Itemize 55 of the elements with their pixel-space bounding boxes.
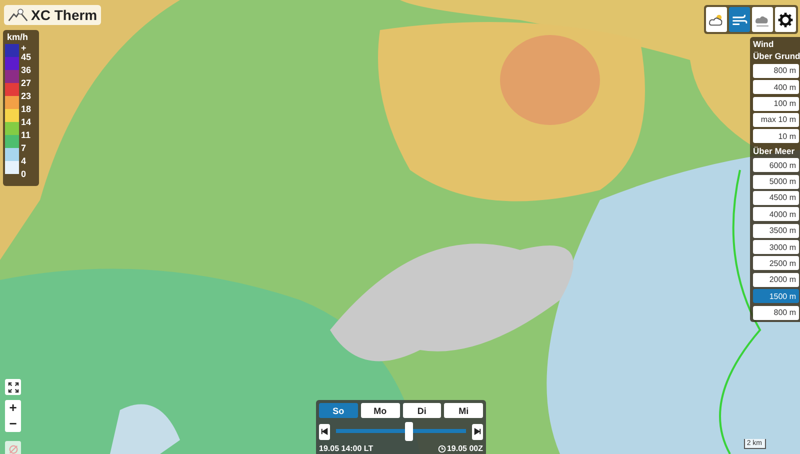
altitude-option[interactable]: max 10 m xyxy=(753,112,799,127)
altitude-option[interactable]: 100 m xyxy=(753,96,799,111)
day-tab[interactable]: Mi xyxy=(444,403,483,418)
altitude-option[interactable]: 6000 m xyxy=(753,158,799,172)
zoom-out-button[interactable]: − xyxy=(5,416,21,432)
zoom-in-button[interactable]: + xyxy=(5,400,21,416)
settings-icon xyxy=(777,12,794,28)
legend-label: 18 xyxy=(21,105,32,114)
altitude-option[interactable]: 10 m xyxy=(753,129,799,144)
legend-label: 36 xyxy=(21,66,32,75)
day-tab[interactable]: Di xyxy=(402,403,442,418)
altitude-option[interactable]: 2500 m xyxy=(753,256,799,270)
legend-label: 14 xyxy=(21,118,32,127)
step-back-button[interactable] xyxy=(319,424,330,440)
altitude-option[interactable]: 400 m xyxy=(753,80,799,94)
legend-label: 23 xyxy=(21,92,32,101)
altitude-option[interactable]: 1500 m xyxy=(753,289,799,304)
wind-icon xyxy=(731,12,748,28)
fullscreen-button[interactable] xyxy=(5,379,21,395)
step-forward-button[interactable] xyxy=(472,424,483,440)
day-tab[interactable]: Mo xyxy=(360,403,400,418)
skip-start-icon xyxy=(321,428,328,435)
crossed-circle-icon xyxy=(8,444,18,454)
group-heading: Über Grund xyxy=(753,51,799,62)
app-title: XC Therm xyxy=(31,7,98,23)
altitude-option[interactable]: 3500 m xyxy=(753,224,799,238)
panel-title: Wind xyxy=(753,39,775,49)
altitude-option[interactable]: 5000 m xyxy=(753,174,799,189)
day-tab[interactable]: So xyxy=(319,403,358,418)
group-heading: Über Meer xyxy=(753,146,796,156)
altitude-option[interactable]: 4000 m xyxy=(753,207,799,222)
legend-label: 0 xyxy=(21,170,26,179)
skip-end-icon xyxy=(474,428,481,435)
time-slider-thumb[interactable] xyxy=(404,422,413,441)
clock-icon xyxy=(438,444,446,452)
layer-toggle-button[interactable] xyxy=(5,441,21,454)
legend-label: 27 xyxy=(21,79,32,88)
altitude-option[interactable]: 4500 m xyxy=(753,190,799,205)
legend-label: 11 xyxy=(21,131,31,140)
legend-label: 4 xyxy=(21,157,26,166)
altitude-option[interactable]: 3000 m xyxy=(753,240,799,254)
mountain-cloud-icon xyxy=(8,8,28,22)
wind-button[interactable] xyxy=(729,7,750,32)
altitude-option[interactable]: 800 m xyxy=(753,64,799,78)
weather-button[interactable] xyxy=(706,7,727,32)
legend-label: 45 xyxy=(21,53,32,62)
legend-label: + xyxy=(21,44,26,53)
altitude-option[interactable]: 800 m xyxy=(753,306,799,320)
legend-label: 7 xyxy=(21,144,26,153)
altitude-option[interactable]: 2000 m xyxy=(753,272,799,287)
utc-time: 19.05 00Z xyxy=(446,444,483,453)
expand-icon xyxy=(8,382,18,392)
settings-button[interactable] xyxy=(775,7,796,32)
legend-unit: km/h xyxy=(7,32,30,42)
local-time: 19.05 14:00 LT xyxy=(319,444,374,453)
